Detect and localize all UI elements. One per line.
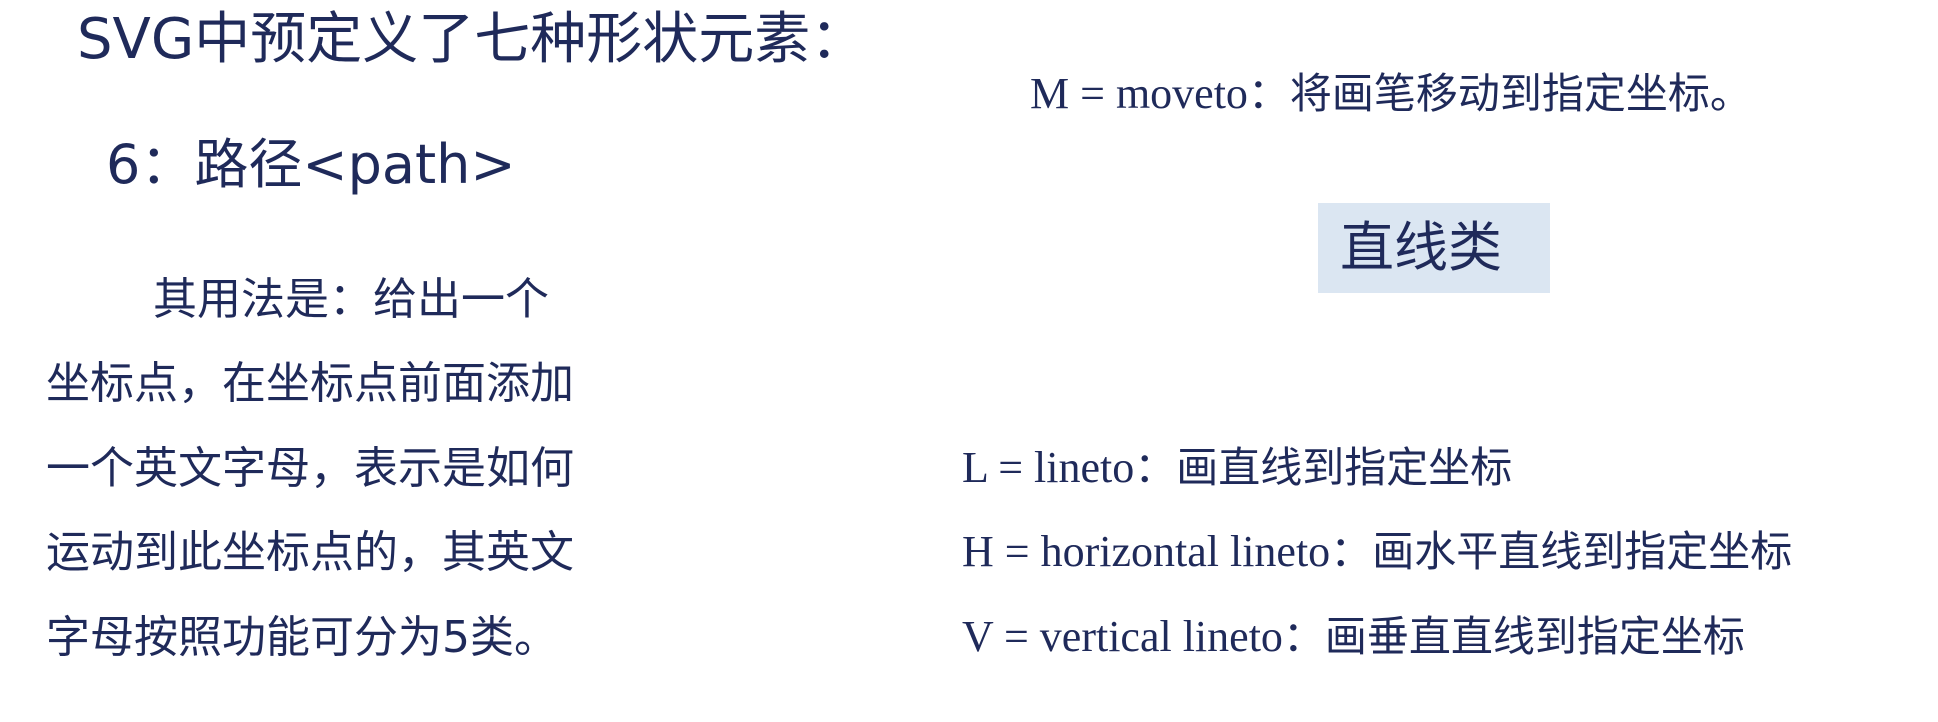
description-line: 运动到此坐标点的，其英文 [46, 527, 574, 578]
move-command: M = moveto：将画笔移动到指定坐标。 [1030, 66, 1752, 122]
command-key: V = vertical lineto [962, 612, 1283, 661]
command-description: ：画直线到指定坐标 [1134, 443, 1513, 492]
command-key: L = lineto [962, 443, 1135, 492]
command-key: H = horizontal lineto [962, 527, 1331, 576]
description-line: 字母按照功能可分为5类。 [46, 612, 558, 663]
command-description: ：将画笔移动到指定坐标。 [1247, 69, 1752, 118]
line-command: L = lineto：画直线到指定坐标 [962, 440, 1512, 496]
description-line: 坐标点，在坐标点前面添加 [46, 358, 574, 409]
command-key: M = moveto [1030, 69, 1248, 118]
command-description: ：画水平直线到指定坐标 [1330, 527, 1793, 576]
line-command: V = vertical lineto：画垂直直线到指定坐标 [962, 609, 1745, 665]
category-label: 直线类 [1340, 216, 1502, 279]
section-title: 6：路径<path> [106, 133, 516, 196]
command-description: ：画垂直直线到指定坐标 [1282, 612, 1745, 661]
line-command: H = horizontal lineto：画水平直线到指定坐标 [962, 524, 1792, 580]
description-line: 一个英文字母，表示是如何 [46, 443, 574, 494]
slide-title: SVG中预定义了七种形状元素： [77, 7, 867, 72]
description-line: 其用法是：给出一个 [153, 274, 549, 325]
category-label-box: 直线类 [1318, 203, 1550, 293]
